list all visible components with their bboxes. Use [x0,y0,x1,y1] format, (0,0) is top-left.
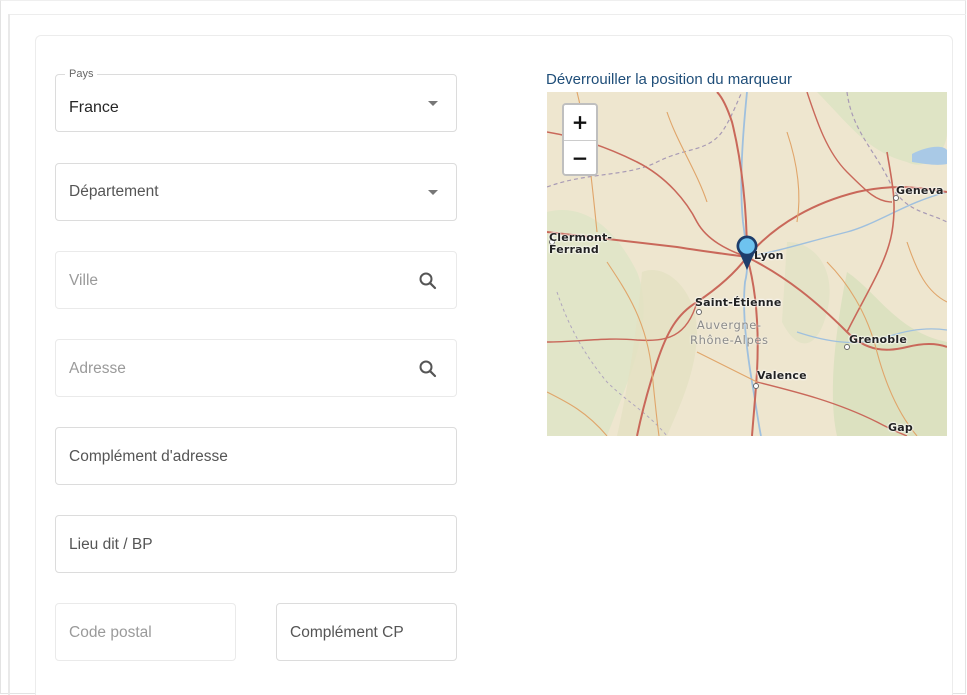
postal-code-input[interactable]: Code postal [55,603,236,661]
map-label-valence: Valence [757,369,807,382]
unlock-marker-link[interactable]: Déverrouiller la position du marqueur [546,71,792,88]
department-placeholder: Département [69,183,159,200]
country-value: France [69,99,119,116]
chevron-down-icon [428,101,438,106]
address-placeholder: Adresse [69,360,126,377]
city-placeholder: Ville [69,272,99,289]
search-icon[interactable] [418,359,438,379]
map-label-clermont-ferrand: Clermont- Ferrand [549,231,613,256]
country-label: Pays [65,68,98,80]
map-zoom-control: + − [562,103,598,176]
divider [8,14,966,15]
chevron-down-icon [428,190,438,195]
locality-input[interactable]: Lieu dit / BP [55,515,457,573]
country-select[interactable]: Pays France [55,68,457,132]
map-label-saint-etienne: Saint-Étienne [695,296,782,309]
address-complement-input[interactable]: Complément d'adresse [55,427,457,485]
postal-code-placeholder: Code postal [69,624,152,641]
postal-complement-placeholder: Complément CP [290,624,404,641]
map-label-geneva: Geneva [896,184,944,197]
divider [8,14,10,695]
search-icon[interactable] [418,271,438,291]
address-input[interactable]: Adresse [55,339,457,397]
department-select[interactable]: Département [55,163,457,221]
city-input[interactable]: Ville [55,251,457,309]
map-label-gap: Gap [888,421,913,434]
map-label-grenoble: Grenoble [849,333,908,346]
zoom-out-button[interactable]: − [564,139,596,174]
map-label-region: Auvergne- Rhône-Alpes [690,318,769,347]
address-complement-placeholder: Complément d'adresse [69,448,228,465]
zoom-in-button[interactable]: + [564,105,596,140]
map-marker-icon[interactable] [733,234,761,272]
locality-placeholder: Lieu dit / BP [69,536,153,553]
postal-complement-input[interactable]: Complément CP [276,603,457,661]
